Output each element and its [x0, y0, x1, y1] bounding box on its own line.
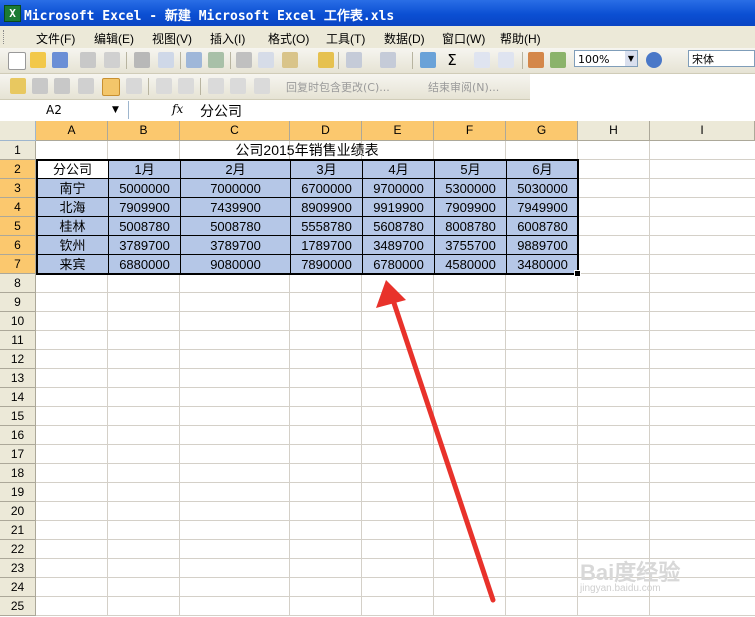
- annotation-arrow: [390, 297, 496, 603]
- annotation-arrow-head: [376, 280, 406, 308]
- baidu-jingyan-watermark: Bai度经验 jingyan.baidu.com: [580, 555, 730, 595]
- annotation-arrow-layer: [376, 280, 496, 603]
- watermark-subtext: jingyan.baidu.com: [580, 583, 661, 594]
- watermark-text: Bai度经验: [580, 560, 681, 585]
